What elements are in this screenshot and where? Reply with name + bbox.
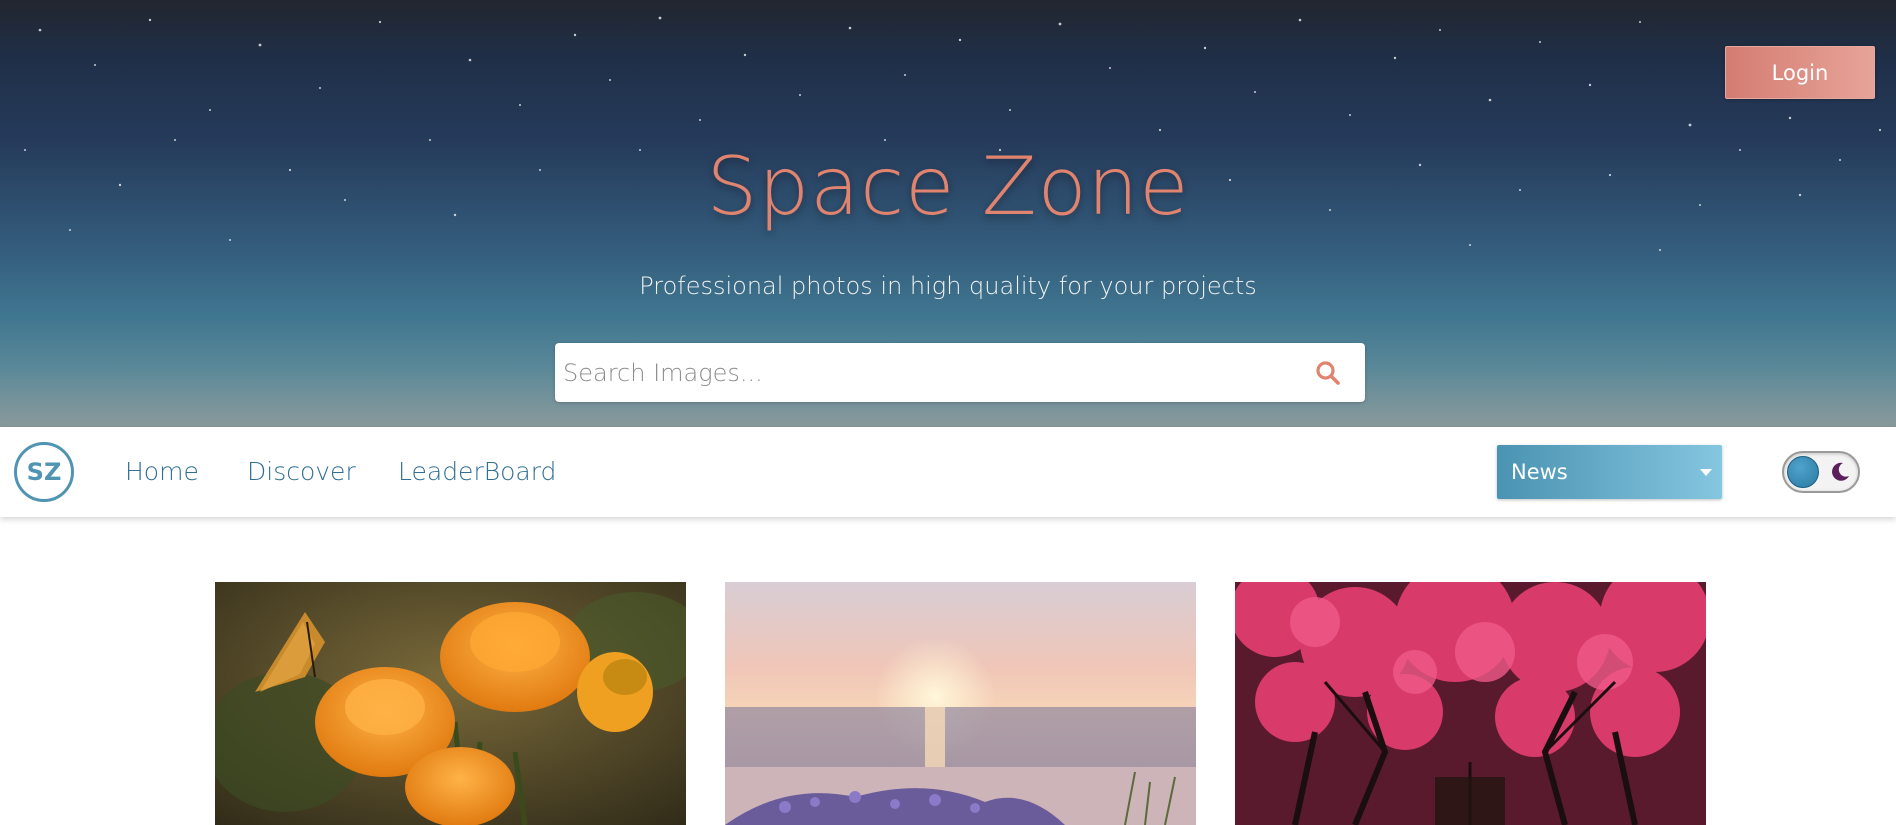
site-title: Space Zone (706, 140, 1190, 233)
login-button[interactable]: Login (1725, 46, 1875, 99)
hero-banner: Login Space Zone Professional photos in … (0, 0, 1896, 427)
search-input[interactable] (555, 343, 1313, 402)
nav-link-discover[interactable]: Discover (247, 457, 356, 486)
site-tagline: Professional photos in high quality for … (639, 272, 1257, 300)
main-navbar: SZ Home Discover LeaderBoard News (0, 427, 1896, 517)
blossom-trees-image (1235, 582, 1706, 825)
gallery-image-card[interactable] (215, 582, 686, 825)
flower-butterfly-image (215, 582, 686, 825)
gallery-image-card[interactable] (725, 582, 1196, 825)
sunset-sea-image (725, 582, 1196, 825)
chevron-down-icon (1700, 469, 1712, 476)
site-logo[interactable]: SZ (14, 442, 74, 502)
moon-icon (1832, 462, 1849, 481)
theme-toggle[interactable] (1782, 451, 1860, 493)
nav-link-leaderboard[interactable]: LeaderBoard (398, 457, 556, 486)
category-dropdown-value: News (1511, 460, 1568, 484)
nav-link-home[interactable]: Home (125, 457, 199, 486)
toggle-knob (1787, 456, 1819, 488)
search-icon[interactable] (1313, 358, 1343, 388)
category-dropdown[interactable]: News (1497, 445, 1722, 499)
search-bar (555, 343, 1365, 402)
gallery-image-card[interactable] (1235, 582, 1706, 825)
